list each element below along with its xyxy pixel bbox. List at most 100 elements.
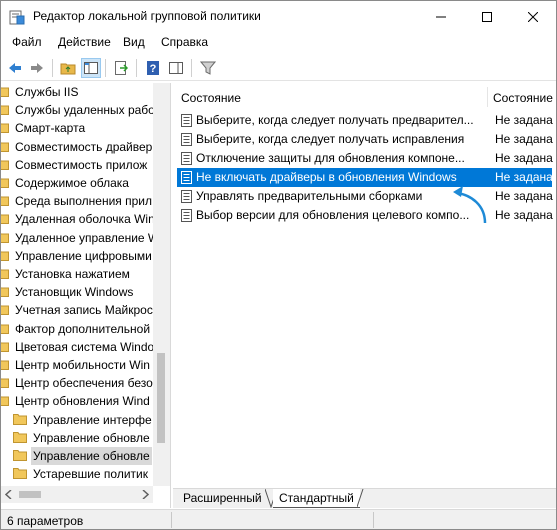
tree-item-label: Совместимость прилож [15, 157, 148, 172]
minimize-icon [436, 16, 446, 17]
folder-icon [13, 413, 27, 425]
folder-icon [1, 305, 9, 316]
forward-arrow-icon [31, 63, 43, 73]
tree-item-label: Управление обновле [31, 447, 152, 465]
tab-extended[interactable]: Расширенный [177, 489, 268, 508]
gpedit-window: Редактор локальной групповой политики Фа… [0, 0, 557, 530]
forward-button[interactable] [27, 58, 47, 78]
folder-icon [1, 341, 9, 352]
maximize-button[interactable] [464, 1, 510, 32]
window-title: Редактор локальной групповой политики [33, 9, 261, 23]
folder-icon [1, 232, 9, 243]
tree-item-label: Управление цифровыми [15, 248, 152, 263]
view-tabs: Расширенный Стандартный [173, 488, 556, 508]
export-list-icon [115, 61, 129, 75]
title-bar[interactable]: Редактор локальной групповой политики [1, 1, 556, 32]
status-count: 6 параметров [7, 514, 84, 528]
folder-icon [1, 196, 9, 207]
filter-button[interactable] [198, 58, 218, 78]
pane-icon [169, 62, 183, 74]
tree-item-label: Удаленное управление W [15, 230, 160, 245]
back-arrow-icon [9, 63, 21, 73]
column-header-state[interactable]: Состояние [493, 91, 553, 105]
show-hide-tree-button[interactable] [81, 58, 101, 78]
tree-horizontal-scrollbar[interactable] [1, 486, 153, 503]
policy-state: Не задана [495, 151, 553, 165]
tree-item-label: Установка нажатием [15, 267, 130, 281]
tree-item-label: Среда выполнения прил [15, 194, 153, 209]
maximize-icon [482, 11, 492, 22]
scroll-right-icon[interactable] [141, 490, 149, 499]
policy-list-pane: Состояние Состояние Выберите, когда след… [173, 83, 556, 487]
close-icon [528, 11, 538, 22]
policy-state: Не задана [495, 189, 553, 203]
tree-item-label: Совместимость драйвер [15, 139, 153, 154]
policy-setting-icon [181, 209, 192, 222]
menu-file[interactable]: Файл [12, 35, 42, 49]
folder-icon [1, 178, 9, 188]
tree-item-label: Цветовая система Windo [15, 339, 155, 354]
tab-standard[interactable]: Стандартный [273, 489, 360, 508]
policy-setting-icon [181, 133, 192, 146]
gpedit-app-icon [9, 10, 25, 25]
tree-item-label: Содержимое облака [15, 176, 129, 190]
tree-item-label: Центр обновления Wind [15, 394, 150, 409]
folder-icon [1, 323, 9, 334]
tree-vertical-scrollbar[interactable] [153, 83, 170, 486]
minimize-button[interactable] [418, 1, 464, 32]
export-list-button[interactable] [111, 58, 131, 78]
folder-icon [1, 250, 9, 261]
policy-setting-icon [181, 190, 192, 203]
folder-up-icon [60, 63, 76, 75]
folder-icon [1, 141, 9, 152]
tree-item-label: Службы IIS [15, 85, 79, 99]
annotation-arrow [453, 186, 487, 224]
tree-item-label: Центр мобильности Win [15, 358, 150, 372]
menu-action[interactable]: Действие [58, 35, 111, 49]
policy-row[interactable]: Выбор версии для обновления целевого ком… [177, 206, 553, 225]
filter-icon [200, 61, 216, 75]
policy-row[interactable]: Управлять предварительными сборками Не за… [177, 187, 553, 206]
tree-item-label: Центр обеспечения безо [15, 376, 153, 391]
policy-state: Не задана [495, 113, 553, 127]
close-button[interactable] [510, 1, 556, 32]
help-icon: ? [147, 61, 159, 75]
folder-icon [1, 378, 9, 389]
help-button[interactable]: ? [143, 58, 163, 78]
folder-icon [1, 123, 9, 134]
policy-setting-icon [181, 114, 192, 127]
up-folder-button[interactable] [58, 58, 78, 78]
menu-bar: Файл Действие Вид Справка [1, 32, 556, 53]
folder-icon [1, 396, 9, 407]
tree-item-label: Учетная запись Майкрос [15, 303, 153, 318]
policy-row[interactable]: Выберите, когда следует получать предвар… [177, 111, 553, 130]
tree-item-label: Службы удаленных рабо [15, 103, 155, 118]
policy-setting-icon [181, 152, 192, 165]
folder-icon [13, 431, 27, 443]
svg-text:?: ? [150, 63, 157, 75]
menu-view[interactable]: Вид [123, 35, 145, 49]
policy-row[interactable]: Выберите, когда следует получать исправл… [177, 130, 553, 149]
folder-icon [1, 360, 9, 370]
menu-help[interactable]: Справка [161, 35, 208, 49]
scroll-left-icon[interactable] [5, 490, 13, 499]
back-button[interactable] [5, 58, 25, 78]
tree-item-label: Установщик Windows [15, 285, 134, 300]
folder-icon [1, 159, 9, 170]
column-header-name[interactable]: Состояние [181, 91, 241, 105]
folder-icon [1, 269, 9, 279]
tree-item-label: Управление обновле [33, 430, 150, 445]
show-pane-button[interactable] [166, 58, 186, 78]
folder-icon [1, 87, 9, 97]
policy-name: Выберите, когда следует получать предвар… [196, 113, 474, 127]
tree-hscroll-thumb[interactable] [19, 491, 41, 498]
folder-icon [13, 450, 27, 461]
tree-vscroll-thumb[interactable] [157, 353, 165, 443]
status-bar: 6 параметров [1, 509, 556, 529]
policy-row[interactable]: Отключение защиты для обновления компоне… [177, 149, 553, 168]
policy-tree[interactable]: Службы IIS Службы удаленных рабо Смарт-кар… [1, 83, 171, 508]
folder-icon [1, 214, 9, 225]
policy-row[interactable]: Не включать драйверы в обновления Window… [177, 168, 553, 187]
policy-state: Не задана [495, 132, 553, 146]
policy-state: Не задана [495, 208, 553, 222]
